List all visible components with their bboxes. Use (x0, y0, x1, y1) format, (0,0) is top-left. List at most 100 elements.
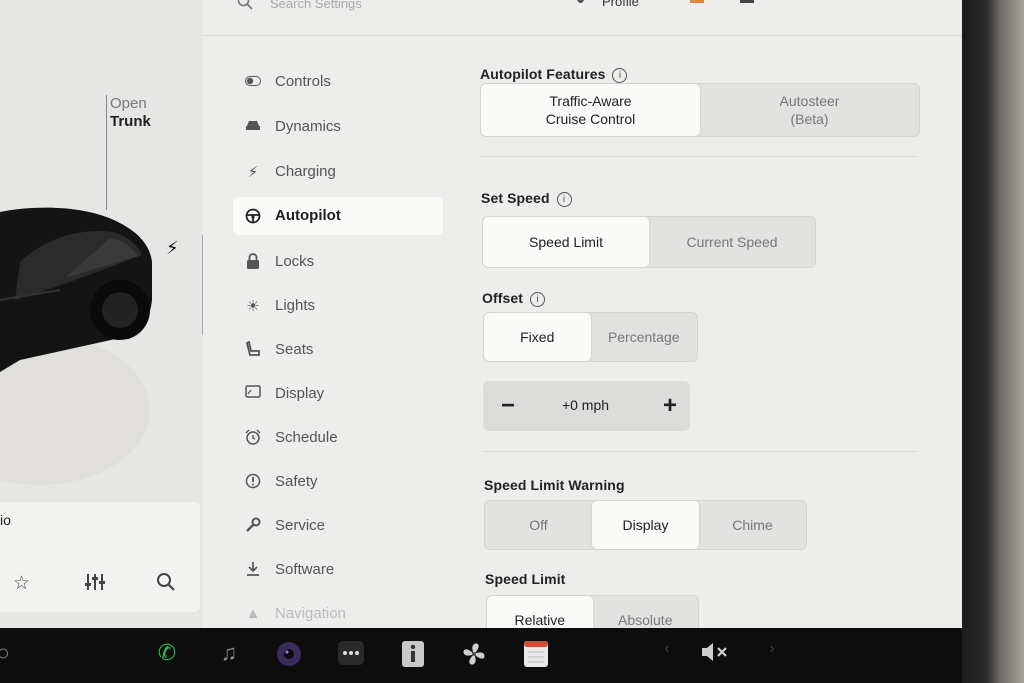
nav-item-navigation[interactable]: ▲ Navigation (233, 595, 443, 628)
charge-pointer-line (202, 235, 203, 335)
info-icon[interactable]: i (556, 192, 572, 207)
nav-item-seats[interactable]: Seats (233, 331, 443, 369)
autopilot-features-label: Autopilot Features (480, 66, 606, 82)
nav-label-navigation: Navigation (275, 605, 346, 622)
section-divider (483, 451, 918, 452)
nav-label-schedule: Schedule (275, 429, 338, 446)
person-icon[interactable]: ● (576, 0, 585, 8)
screen-bezel (962, 0, 1024, 683)
phone-icon[interactable]: ✆ (152, 640, 182, 666)
set-speed-selector: Speed Limit Current Speed (482, 216, 816, 268)
autopilot-features-selector: Traffic-Aware Cruise Control Autosteer (… (480, 83, 920, 137)
option-chime[interactable]: Chime (699, 501, 806, 549)
nav-item-dynamics[interactable]: Dynamics (233, 108, 443, 146)
nav-item-lights[interactable]: ☀︎ Lights (233, 287, 443, 325)
nav-item-autopilot[interactable]: Autopilot (233, 197, 443, 235)
speed-limit-selector: Relative Absolute (486, 595, 699, 628)
nav-label-lights: Lights (275, 297, 316, 314)
touchscreen: Open Trunk ⚡︎ io ☆ Search Settings ● Pro… (0, 0, 962, 628)
search-icon[interactable] (237, 0, 253, 15)
offset-stepper: − +0 mph + (483, 381, 690, 431)
alarm-clock-icon (243, 429, 263, 449)
nav-item-schedule[interactable]: Schedule (233, 419, 443, 457)
download-icon (243, 561, 263, 581)
option-off[interactable]: Off (485, 501, 592, 549)
set-speed-heading: Set Speed i (481, 190, 572, 207)
star-icon[interactable]: ☆ (13, 572, 30, 595)
nav-item-locks[interactable]: Locks (233, 243, 443, 281)
speed-limit-heading: Speed Limit (485, 571, 566, 587)
nav-label-controls: Controls (275, 73, 331, 90)
offset-label: Offset (482, 290, 524, 306)
profile-button[interactable]: Profile (602, 0, 639, 9)
manual-icon[interactable] (398, 640, 428, 674)
nav-item-safety[interactable]: Safety (233, 463, 443, 501)
section-divider (480, 156, 918, 157)
chevron-left-icon[interactable]: ‹ (652, 640, 682, 658)
chevron-right-icon[interactable]: › (757, 640, 787, 658)
trunk-state[interactable]: Open (110, 95, 147, 112)
charge-port-lightning-icon[interactable]: ⚡︎ (166, 238, 179, 259)
volume-mute-icon[interactable] (700, 640, 730, 670)
camera-icon[interactable] (274, 640, 304, 674)
speed-limit-warning-selector: Off Display Chime (484, 500, 807, 550)
display-icon (243, 385, 263, 402)
music-icon[interactable]: ♫ (214, 640, 244, 666)
option-traffic-aware-cruise-control[interactable]: Traffic-Aware Cruise Control (481, 84, 700, 136)
nav-label-locks: Locks (275, 253, 315, 270)
option-absolute[interactable]: Absolute (593, 596, 699, 628)
option-percentage[interactable]: Percentage (591, 313, 698, 361)
option-speed-limit[interactable]: Speed Limit (483, 217, 649, 267)
offset-type-selector: Fixed Percentage (483, 312, 698, 362)
set-speed-label: Set Speed (481, 190, 550, 206)
nav-item-service[interactable]: Service (233, 507, 443, 545)
offset-heading: Offset i (482, 290, 546, 307)
nav-label-safety: Safety (275, 473, 318, 490)
navigation-arrow-icon: ▲ (245, 605, 261, 622)
option-relative[interactable]: Relative (487, 596, 593, 628)
alert-icon (243, 473, 263, 493)
autopilot-features-heading: Autopilot Features i (480, 66, 628, 83)
info-icon[interactable]: i (530, 292, 546, 307)
car-icon (243, 118, 263, 136)
option-display[interactable]: Display (592, 501, 699, 549)
nav-label-display: Display (275, 385, 325, 402)
nav-label-service: Service (275, 517, 326, 534)
nav-item-controls[interactable]: Controls (233, 63, 443, 101)
lock-icon (243, 253, 263, 273)
notification-indicator[interactable] (690, 0, 704, 3)
option-fixed[interactable]: Fixed (484, 313, 591, 361)
nav-item-display[interactable]: Display (233, 375, 443, 413)
search-icon[interactable] (156, 572, 176, 598)
increase-offset-button[interactable]: + (655, 391, 685, 421)
nav-item-charging[interactable]: ⚡︎ Charging (233, 153, 443, 191)
calendar-icon[interactable] (521, 640, 551, 674)
toggle-icon (243, 73, 263, 90)
offset-value: +0 mph (561, 397, 610, 413)
option-autosteer-beta[interactable]: Autosteer (Beta) (700, 84, 919, 136)
nav-label-software: Software (275, 561, 335, 578)
trunk-button[interactable]: Trunk (110, 113, 151, 130)
nav-label-autopilot: Autopilot (275, 207, 341, 224)
decrease-offset-button[interactable]: − (493, 391, 523, 421)
fan-icon[interactable] (459, 640, 489, 674)
nav-item-software[interactable]: Software (233, 551, 443, 589)
steering-wheel-icon (243, 207, 263, 228)
bulb-icon: ☀︎ (246, 298, 260, 315)
lightning-icon: ⚡︎ (247, 164, 259, 181)
seat-icon (243, 340, 263, 361)
info-icon[interactable]: i (612, 68, 628, 83)
speed-limit-warning-heading: Speed Limit Warning (484, 477, 625, 493)
trunk-pointer-line (106, 95, 107, 210)
wrench-icon (243, 517, 263, 537)
media-source-title: io (0, 512, 11, 528)
search-settings-input[interactable]: Search Settings (270, 0, 362, 11)
nav-label-dynamics: Dynamics (275, 118, 341, 135)
equalizer-icon[interactable] (84, 572, 106, 598)
more-apps-icon[interactable] (336, 640, 366, 672)
car-status-panel: Open Trunk ⚡︎ io ☆ (0, 0, 203, 628)
top-bar-indicator[interactable] (740, 0, 754, 3)
option-current-speed[interactable]: Current Speed (649, 217, 815, 267)
nav-label-charging: Charging (275, 163, 336, 180)
climate-icon[interactable]: ○ (0, 640, 18, 666)
